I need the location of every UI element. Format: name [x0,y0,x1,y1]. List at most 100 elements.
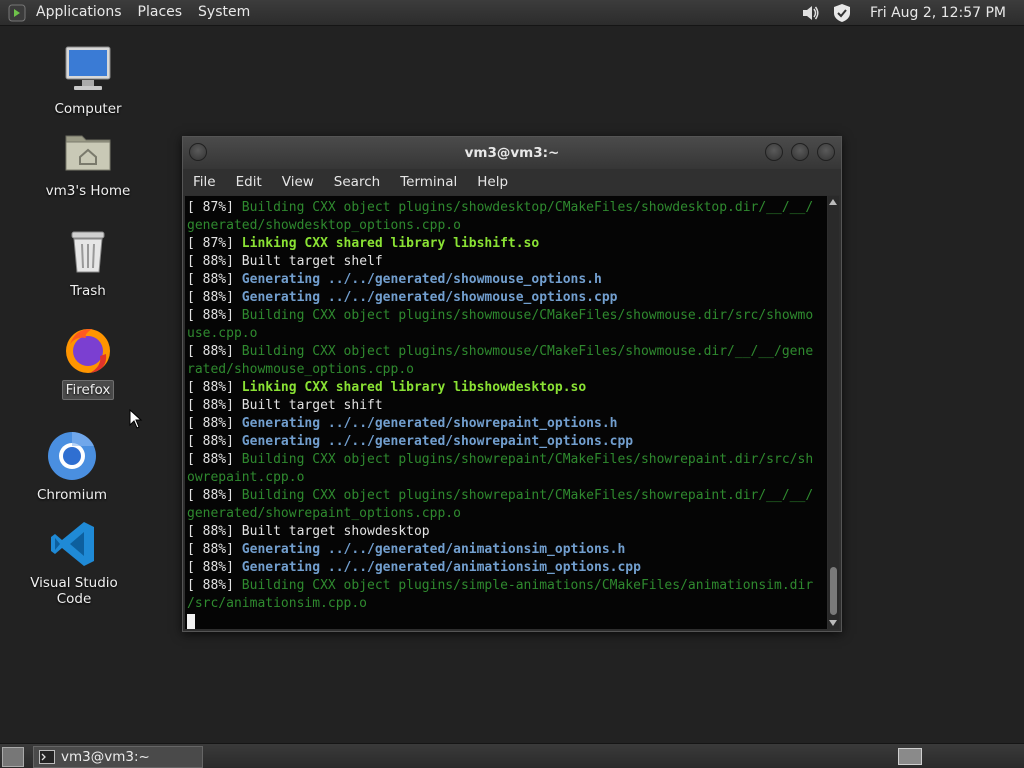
clock[interactable]: Fri Aug 2, 12:57 PM [858,5,1024,21]
terminal-line-text: Generating ../../generated/showmouse_opt… [241,272,602,287]
terminal-line: [ 88%] Building CXX object plugins/showm… [187,307,827,325]
terminal-line-text: Generating ../../generated/animationsim_… [241,542,626,557]
terminal-line-progress: [ 88%] [187,416,242,431]
menu-search[interactable]: Search [324,174,390,190]
terminal-line-text: Building CXX object plugins/showmouse/CM… [241,308,814,323]
terminal-window[interactable]: vm3@vm3:~ File Edit View Search Terminal… [182,136,842,632]
bottom-panel: vm3@vm3:~ [0,743,1024,768]
terminal-line-progress: [ 88%] [187,272,242,287]
volume-icon[interactable] [799,2,821,24]
terminal-line: [ 87%] Building CXX object plugins/showd… [187,199,827,217]
terminal-line-text: Building CXX object plugins/showrepaint/… [241,452,814,467]
menu-applications[interactable]: Applications [28,0,130,25]
home-folder-icon [62,126,114,178]
scroll-up-arrow-icon[interactable] [829,199,837,205]
terminal-line-progress: [ 87%] [187,200,242,215]
terminal-line-text: Linking CXX shared library libshift.so [241,236,540,251]
mouse-pointer-icon [129,409,143,429]
terminal-line-text: Generating ../../generated/showmouse_opt… [241,290,618,305]
desktop-icon-chromium[interactable]: Chromium [12,430,132,504]
terminal-line: /src/animationsim.cpp.o [187,595,827,613]
terminal-line-text: Generating ../../generated/animationsim_… [241,560,641,575]
menu-edit[interactable]: Edit [226,174,272,190]
taskbar-terminal-label: vm3@vm3:~ [61,749,150,765]
terminal-line-progress: [ 88%] [187,398,242,413]
menu-help[interactable]: Help [467,174,518,190]
terminal-line: owrepaint.cpp.o [187,469,827,487]
terminal-line-progress: [ 88%] [187,308,242,323]
menu-system[interactable]: System [190,0,258,25]
desktop-icon-vscode[interactable]: Visual Studio Code [14,518,134,608]
terminal-lines: [ 87%] Building CXX object plugins/showd… [185,196,827,629]
terminal-line-progress: [ 88%] [187,524,242,539]
terminal-line-text: rated/showmouse_options.cpp.o [187,362,414,377]
terminal-line-progress: [ 88%] [187,542,242,557]
terminal-line-text: generated/showdesktop_options.cpp.o [187,218,461,233]
menu-view[interactable]: View [272,174,324,190]
terminal-line: [ 88%] Building CXX object plugins/showr… [187,487,827,505]
terminal-line-text: Building CXX object plugins/showrepaint/… [241,488,814,503]
menu-places[interactable]: Places [130,0,191,25]
terminal-line: [ 88%] Building CXX object plugins/simpl… [187,577,827,595]
terminal-prompt-line[interactable] [187,613,827,629]
terminal-line-text: Generating ../../generated/showrepaint_o… [241,434,634,449]
desktop-label-chromium: Chromium [36,487,108,503]
terminal-line-text: Built target showdesktop [241,524,430,539]
taskbar-terminal-button[interactable]: vm3@vm3:~ [33,746,203,768]
terminal-line: use.cpp.o [187,325,827,343]
terminal-output[interactable]: [ 87%] Building CXX object plugins/showd… [185,196,827,629]
text-cursor [187,613,195,629]
terminal-line-text: Building CXX object plugins/showdesktop/… [241,200,814,215]
top-panel: Applications Places System Fri Aug 2, 12… [0,0,1024,26]
terminal-line-text: generated/showrepaint_options.cpp.o [187,506,461,521]
desktop-icon-firefox[interactable]: Firefox [28,324,148,400]
desktop-icon-trash[interactable]: Trash [28,226,148,300]
desktop-label-trash: Trash [70,283,106,299]
terminal-line-progress: [ 87%] [187,236,242,251]
workspace-switcher[interactable] [898,748,922,765]
scroll-thumb[interactable] [830,567,837,615]
shield-icon[interactable] [831,2,853,24]
terminal-line: [ 88%] Generating ../../generated/showre… [187,415,827,433]
terminal-scrollbar[interactable] [828,196,839,629]
computer-icon [62,44,114,96]
maximize-button[interactable] [791,143,809,161]
terminal-line-progress: [ 88%] [187,380,242,395]
terminal-line: [ 88%] Generating ../../generated/showmo… [187,289,827,307]
desktop-label-vscode: Visual Studio Code [30,575,118,607]
terminal-line: [ 87%] Linking CXX shared library libshi… [187,235,827,253]
chromium-icon [46,430,98,482]
terminal-line: [ 88%] Generating ../../generated/showre… [187,433,827,451]
show-desktop-icon[interactable] [2,747,24,767]
app-icon[interactable] [8,4,26,22]
minimize-button[interactable] [765,143,783,161]
scroll-down-arrow-icon[interactable] [829,620,837,626]
terminal-icon [39,750,55,764]
desktop-label-home: vm3's Home [45,183,131,199]
terminal-titlebar[interactable]: vm3@vm3:~ [183,137,841,169]
terminal-line-progress: [ 88%] [187,434,242,449]
terminal-line: [ 88%] Building CXX object plugins/showr… [187,451,827,469]
terminal-line: generated/showdesktop_options.cpp.o [187,217,827,235]
terminal-line-text: Built target shift [241,398,383,413]
terminal-line-progress: [ 88%] [187,344,242,359]
close-button[interactable] [817,143,835,161]
desktop-label-firefox: Firefox [61,380,115,400]
menu-terminal[interactable]: Terminal [390,174,467,190]
terminal-line-progress: [ 88%] [187,452,242,467]
desktop-icon-computer[interactable]: Computer [28,44,148,118]
terminal-menubar: File Edit View Search Terminal Help [183,169,841,195]
terminal-line: [ 88%] Built target shift [187,397,827,415]
desktop-icon-home[interactable]: vm3's Home [28,126,148,200]
trash-icon [62,226,114,278]
terminal-line: [ 88%] Linking CXX shared library libsho… [187,379,827,397]
terminal-line: [ 88%] Built target showdesktop [187,523,827,541]
terminal-line: [ 88%] Building CXX object plugins/showm… [187,343,827,361]
terminal-line-text: Building CXX object plugins/showmouse/CM… [241,344,814,359]
terminal-line: [ 88%] Generating ../../generated/animat… [187,541,827,559]
terminal-line: [ 88%] Built target shelf [187,253,827,271]
menu-file[interactable]: File [183,174,226,190]
terminal-line-progress: [ 88%] [187,254,242,269]
vscode-icon [48,518,100,570]
terminal-line: generated/showrepaint_options.cpp.o [187,505,827,523]
